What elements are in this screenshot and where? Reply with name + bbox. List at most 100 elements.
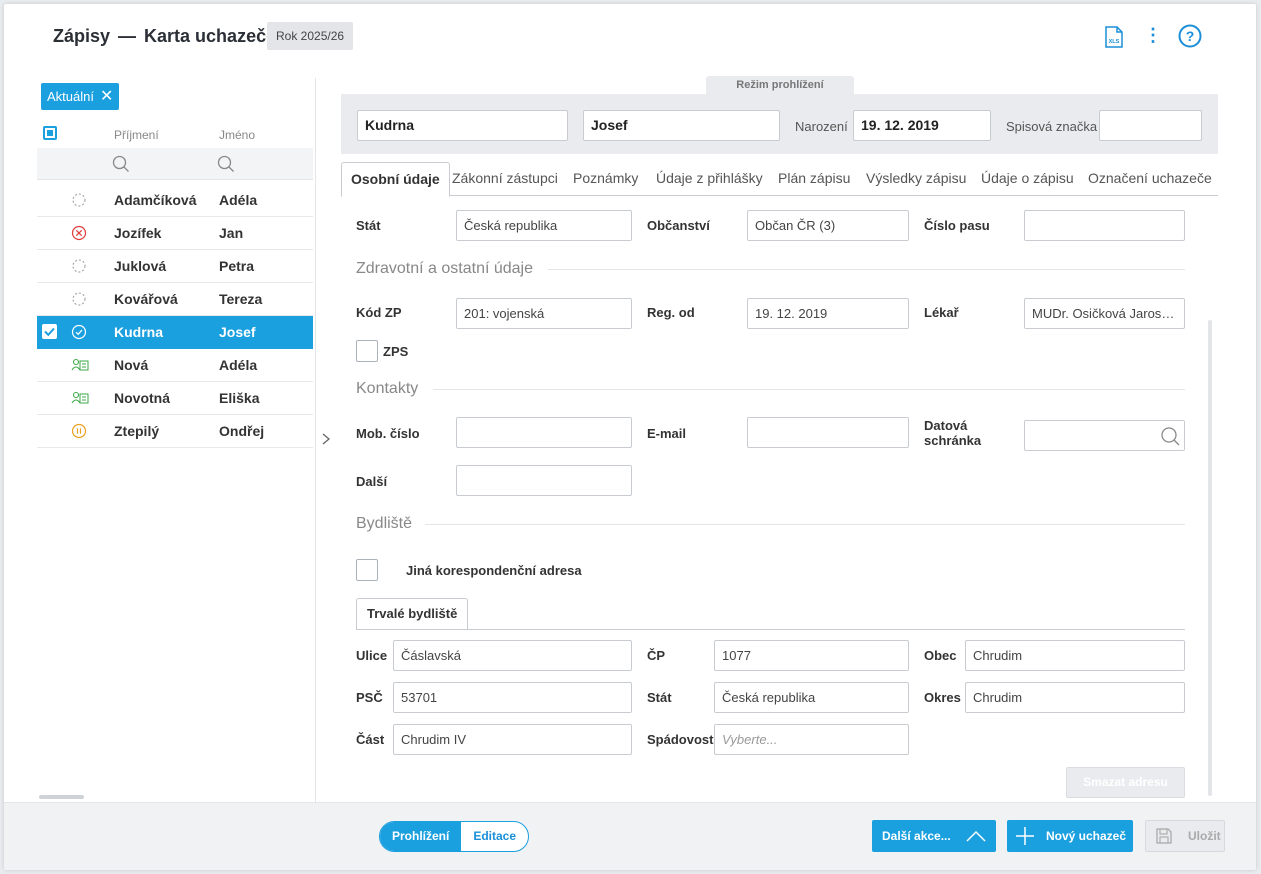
tab-notes[interactable]: Poznámky xyxy=(573,162,638,196)
doctor-label: Lékař xyxy=(924,305,959,320)
list-search-row xyxy=(37,148,313,180)
address-state-field[interactable]: Česká republika xyxy=(714,682,909,713)
mobile-field[interactable] xyxy=(456,417,632,448)
catchment-label: Spádovost xyxy=(647,732,714,747)
state-label: Stát xyxy=(356,218,381,233)
section-health-title: Zdravotní a ostatní údaje xyxy=(356,260,533,277)
horizontal-scrollbar[interactable] xyxy=(39,795,84,799)
search-icon[interactable] xyxy=(1160,426,1180,446)
insurance-code-field[interactable]: 201: vojenská xyxy=(456,298,632,329)
chevron-right-icon[interactable] xyxy=(319,432,333,446)
dashed-circle-icon xyxy=(72,292,86,306)
tab-enrollment-results[interactable]: Výsledky zápisu xyxy=(866,162,966,196)
tab-personal[interactable]: Osobní údaje xyxy=(341,162,450,197)
city-part-field[interactable]: Chrudim IV xyxy=(393,724,632,755)
floppy-disk-icon xyxy=(1156,828,1172,844)
insurance-code-label: Kód ZP xyxy=(356,305,402,320)
state-field[interactable]: Česká republika xyxy=(456,210,632,241)
kebab-menu-icon[interactable]: ⋮ xyxy=(1144,24,1162,48)
vertical-scrollbar[interactable] xyxy=(1208,320,1212,796)
tab-legal-guardians[interactable]: Zákonní zástupci xyxy=(452,162,558,196)
registered-from-field[interactable]: 19. 12. 2019 xyxy=(747,298,909,329)
zip-field[interactable]: 53701 xyxy=(393,682,632,713)
x-circle-icon xyxy=(71,225,87,241)
passport-label: Číslo pasu xyxy=(924,218,990,233)
new-applicant-button[interactable]: Nový uchazeč xyxy=(1007,820,1133,852)
edit-mode-button[interactable]: Editace xyxy=(461,822,528,851)
zps-label: ZPS xyxy=(383,344,409,359)
divider xyxy=(425,524,1185,525)
school-year-badge[interactable]: Rok 2025/26 xyxy=(267,22,354,50)
select-all-checkbox[interactable] xyxy=(43,126,57,140)
close-icon[interactable]: ✕ xyxy=(100,88,113,105)
other-contact-label: Další xyxy=(356,474,388,489)
district-field[interactable]: Chrudim xyxy=(965,682,1185,713)
file-number-field[interactable] xyxy=(1099,110,1202,141)
list-item[interactable]: Adamčíková Adéla xyxy=(37,184,313,217)
plus-icon xyxy=(1016,827,1034,845)
mode-toggle: Prohlížení Editace xyxy=(379,821,530,852)
house-number-field[interactable]: 1077 xyxy=(714,640,909,671)
citizenship-field[interactable]: Občan ČR (3) xyxy=(747,210,909,241)
footer-toolbar: Prohlížení Editace Další akce... Nový uc… xyxy=(4,802,1256,870)
tab-applicant-tags[interactable]: Označení uchazeče xyxy=(1088,162,1212,196)
view-mode-button[interactable]: Prohlížení xyxy=(380,822,462,851)
other-contact-field[interactable] xyxy=(456,465,632,496)
section-residence-title: Bydliště xyxy=(356,515,413,532)
filter-chip-current[interactable]: Aktuální ✕ xyxy=(41,83,120,110)
page-header: Zápisy — Karta uchazeče Rok 2025/26 XLS ⋮ … xyxy=(4,4,1256,68)
doctor-field[interactable]: MUDr. Osičková Jaroslava xyxy=(1024,298,1185,329)
chevron-up-icon xyxy=(966,830,986,842)
search-icon[interactable] xyxy=(112,155,130,173)
person-card-icon xyxy=(71,358,89,371)
tab-enrollment-plan[interactable]: Plán zápisu xyxy=(778,162,850,196)
more-actions-button[interactable]: Další akce... xyxy=(872,820,996,852)
pause-circle-icon xyxy=(71,423,87,439)
delete-address-button[interactable]: Smazat adresu xyxy=(1066,767,1185,798)
catchment-select[interactable]: Vyberte... xyxy=(714,724,909,755)
divider xyxy=(356,629,1185,630)
list-item-selected[interactable]: Kudrna Josef xyxy=(37,316,313,349)
file-number-label: Spisová značka xyxy=(1006,119,1098,134)
tab-permanent-residence[interactable]: Trvalé bydliště xyxy=(356,598,469,630)
list-item[interactable]: Jozífek Jan xyxy=(37,217,313,250)
list-item[interactable]: Ztepilý Ondřej xyxy=(37,415,313,448)
column-header-surname[interactable]: Příjmení xyxy=(114,128,159,142)
zps-checkbox[interactable] xyxy=(356,340,378,362)
list-item[interactable]: Juklová Petra xyxy=(37,250,313,283)
mobile-label: Mob. číslo xyxy=(356,426,420,441)
address-state-label: Stát xyxy=(647,690,672,705)
save-button[interactable]: Uložit xyxy=(1145,820,1225,852)
panel-divider xyxy=(315,78,316,806)
list-item[interactable]: Novotná Eliška xyxy=(37,382,313,415)
row-checkbox[interactable] xyxy=(42,324,57,339)
person-card-icon xyxy=(71,391,89,404)
databox-field[interactable] xyxy=(1024,420,1185,451)
registered-from-label: Reg. od xyxy=(647,305,695,320)
svg-text:XLS: XLS xyxy=(1109,39,1120,45)
tab-enrollment-info[interactable]: Údaje o zápisu xyxy=(981,162,1074,196)
street-field[interactable]: Čáslavská xyxy=(393,640,632,671)
district-label: Okres xyxy=(924,690,961,705)
dashed-circle-icon xyxy=(72,193,86,207)
view-mode-label: Režim prohlížení xyxy=(706,76,854,96)
check-circle-icon xyxy=(71,324,87,340)
list-item[interactable]: Kovářová Tereza xyxy=(37,283,313,316)
city-field[interactable]: Chrudim xyxy=(965,640,1185,671)
column-header-firstname[interactable]: Jméno xyxy=(219,128,255,142)
tab-application-data[interactable]: Údaje z přihlášky xyxy=(656,162,763,196)
page-title: Zápisy — Karta uchazeče xyxy=(53,26,277,46)
help-icon[interactable]: ? xyxy=(1178,24,1202,51)
xls-export-icon[interactable]: XLS xyxy=(1104,26,1124,51)
street-label: Ulice xyxy=(356,648,388,663)
list-item[interactable]: Nová Adéla xyxy=(37,349,313,382)
email-field[interactable] xyxy=(747,417,909,448)
databox-label: Datová schránka xyxy=(924,418,982,448)
alt-address-checkbox[interactable] xyxy=(356,559,378,581)
citizenship-label: Občanství xyxy=(647,218,710,233)
passport-field[interactable] xyxy=(1024,210,1185,241)
firstname-field[interactable]: Josef xyxy=(583,110,780,141)
surname-field[interactable]: Kudrna xyxy=(357,110,568,141)
birth-date-field[interactable]: 19. 12. 2019 xyxy=(853,110,991,141)
search-icon[interactable] xyxy=(217,155,235,173)
